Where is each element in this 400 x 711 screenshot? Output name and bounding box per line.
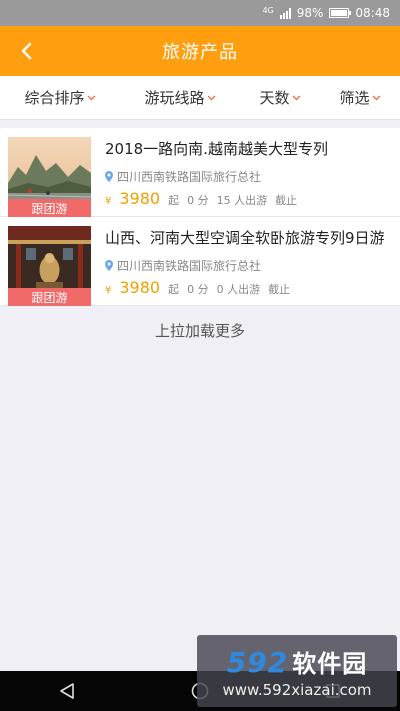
network-type: 4G	[262, 5, 274, 15]
product-score: 0 分	[187, 283, 209, 296]
watermark-logo-text: 软件园	[292, 649, 368, 678]
product-thumbnail: 跟团游	[8, 137, 91, 217]
agency-name: 四川西南铁路国际旅行总社	[117, 259, 262, 273]
watermark-url: www.592xiazai.com	[222, 680, 372, 699]
product-agency: 四川西南铁路国际旅行总社	[105, 257, 396, 274]
product-deadline: 截止	[268, 283, 291, 296]
watermark-logo: 592 软件园	[227, 644, 367, 679]
nav-back-button[interactable]	[47, 671, 87, 711]
clock: 08:48	[355, 6, 390, 20]
filter-label: 天数	[259, 89, 290, 107]
filter-route[interactable]: 游玩线路	[120, 87, 240, 108]
product-item[interactable]: 跟团游 山西、河南大型空调全软卧旅游专列9日游 四川西南铁路国际旅行总社 ¥ 3…	[0, 217, 400, 306]
status-bar: 4G 98% 08:48	[0, 0, 400, 26]
location-pin-icon	[105, 171, 113, 182]
chevron-down-icon	[87, 95, 95, 100]
chevron-down-icon	[292, 95, 300, 100]
product-travelers: 15 人出游	[216, 194, 268, 207]
filter-label: 筛选	[339, 89, 370, 107]
product-price: 3980	[119, 189, 161, 208]
product-list: 跟团游 2018一路向南.越南越美大型专列 四川西南铁路国际旅行总社 ¥ 398…	[0, 128, 400, 306]
product-meta: ¥ 3980 起 0 分 0 人出游 截止	[105, 278, 396, 297]
currency-symbol: ¥	[105, 196, 112, 207]
product-score: 0 分	[187, 194, 209, 207]
product-agency: 四川西南铁路国际旅行总社	[105, 168, 396, 185]
product-title: 2018一路向南.越南越美大型专列	[105, 140, 328, 158]
page-title: 旅游产品	[162, 42, 238, 63]
agency-name: 四川西南铁路国际旅行总社	[117, 170, 262, 184]
tour-type-badge: 跟团游	[8, 288, 91, 306]
price-suffix: 起	[168, 194, 180, 207]
tour-type-badge: 跟团游	[8, 199, 91, 217]
battery-icon	[329, 8, 352, 18]
filter-days[interactable]: 天数	[240, 87, 320, 108]
triangle-back-icon	[59, 683, 74, 699]
product-item[interactable]: 跟团游 2018一路向南.越南越美大型专列 四川西南铁路国际旅行总社 ¥ 398…	[0, 128, 400, 217]
back-button[interactable]	[8, 26, 44, 76]
filter-label: 综合排序	[24, 89, 85, 107]
chevron-down-icon	[207, 95, 215, 100]
filter-sort[interactable]: 综合排序	[0, 87, 120, 108]
price-suffix: 起	[168, 283, 180, 296]
watermark-logo-number: 592	[226, 645, 289, 679]
signal-icon	[279, 7, 291, 19]
filter-label: 游玩线路	[144, 89, 205, 107]
battery-percent: 98%	[296, 6, 324, 20]
location-pin-icon	[105, 260, 113, 271]
back-arrow-icon	[21, 42, 32, 60]
filter-bar: 综合排序 游玩线路 天数 筛选	[0, 76, 400, 120]
product-info: 山西、河南大型空调全软卧旅游专列9日游 四川西南铁路国际旅行总社 ¥ 3980 …	[105, 227, 396, 297]
product-title: 山西、河南大型空调全软卧旅游专列9日游	[105, 229, 385, 247]
product-travelers: 0 人出游	[216, 283, 261, 296]
product-meta: ¥ 3980 起 0 分 15 人出游 截止	[105, 189, 396, 208]
site-watermark: 592 软件园 www.592xiazai.com	[197, 635, 397, 707]
product-thumbnail: 跟团游	[8, 226, 91, 306]
filter-screen[interactable]: 筛选	[320, 87, 400, 108]
currency-symbol: ¥	[105, 285, 112, 296]
product-info: 2018一路向南.越南越美大型专列 四川西南铁路国际旅行总社 ¥ 3980 起 …	[105, 138, 396, 208]
product-price: 3980	[119, 278, 161, 297]
load-more-hint: 上拉加载更多	[154, 322, 245, 340]
app-header: 旅游产品	[0, 26, 400, 76]
product-deadline: 截止	[275, 194, 298, 207]
chevron-down-icon	[372, 95, 380, 100]
